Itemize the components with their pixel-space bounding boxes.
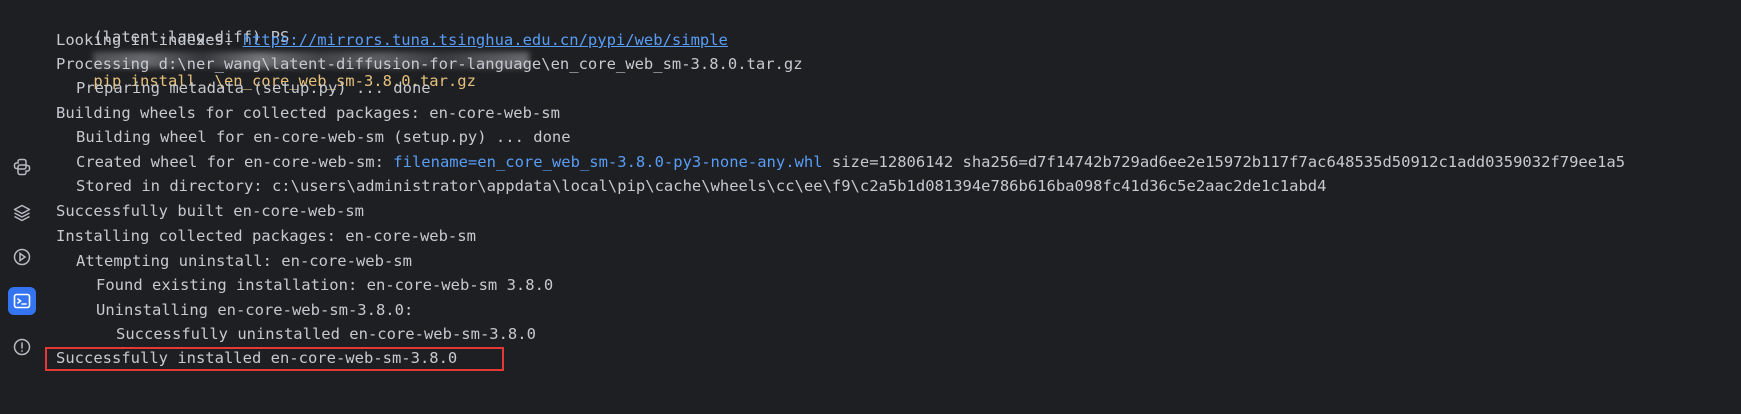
created-wheel-prefix: Created wheel for en-core-web-sm:	[76, 153, 394, 171]
building-wheel-line: Building wheel for en-core-web-sm (setup…	[76, 128, 571, 146]
preparing-line: Preparing metadata (setup.py) ... done	[76, 79, 431, 97]
successfully-uninstalled-line: Successfully uninstalled en-core-web-sm-…	[116, 325, 536, 343]
wheel-size-hash: size=12806142 sha256=d7f14742b729ad6ee2e…	[822, 153, 1626, 171]
wheel-filename: filename=en_core_web_sm-3.8.0-py3-none-a…	[393, 153, 823, 171]
stored-directory-line: Stored in directory: c:\users\administra…	[76, 177, 1327, 195]
processing-line: Processing d:\ner_wang\latent-diffusion-…	[56, 55, 803, 73]
tool-sidebar	[0, 0, 44, 414]
successfully-built-line: Successfully built en-core-web-sm	[56, 202, 364, 220]
python-icon[interactable]	[8, 153, 36, 181]
terminal-icon[interactable]	[8, 287, 36, 315]
layers-icon[interactable]	[8, 199, 36, 227]
created-wheel-line: Created wheel for en-core-web-sm: filena…	[56, 151, 1625, 173]
building-wheels-line: Building wheels for collected packages: …	[56, 104, 560, 122]
looking-in-label: Looking in indexes:	[56, 31, 243, 49]
looking-in-indexes-line: Looking in indexes: https://mirrors.tuna…	[56, 29, 728, 51]
problems-icon[interactable]	[8, 333, 36, 361]
found-existing-line: Found existing installation: en-core-web…	[96, 276, 554, 294]
attempting-uninstall-line: Attempting uninstall: en-core-web-sm	[76, 252, 412, 270]
installing-line: Installing collected packages: en-core-w…	[56, 227, 476, 245]
services-icon[interactable]	[8, 243, 36, 271]
success-highlight-box	[45, 347, 504, 371]
index-url-link[interactable]: https://mirrors.tuna.tsinghua.edu.cn/pyp…	[243, 31, 728, 49]
command-line: (latent-lang-diff) PS pip install .\en_c…	[56, 4, 530, 90]
uninstalling-line: Uninstalling en-core-web-sm-3.8.0:	[96, 301, 414, 319]
